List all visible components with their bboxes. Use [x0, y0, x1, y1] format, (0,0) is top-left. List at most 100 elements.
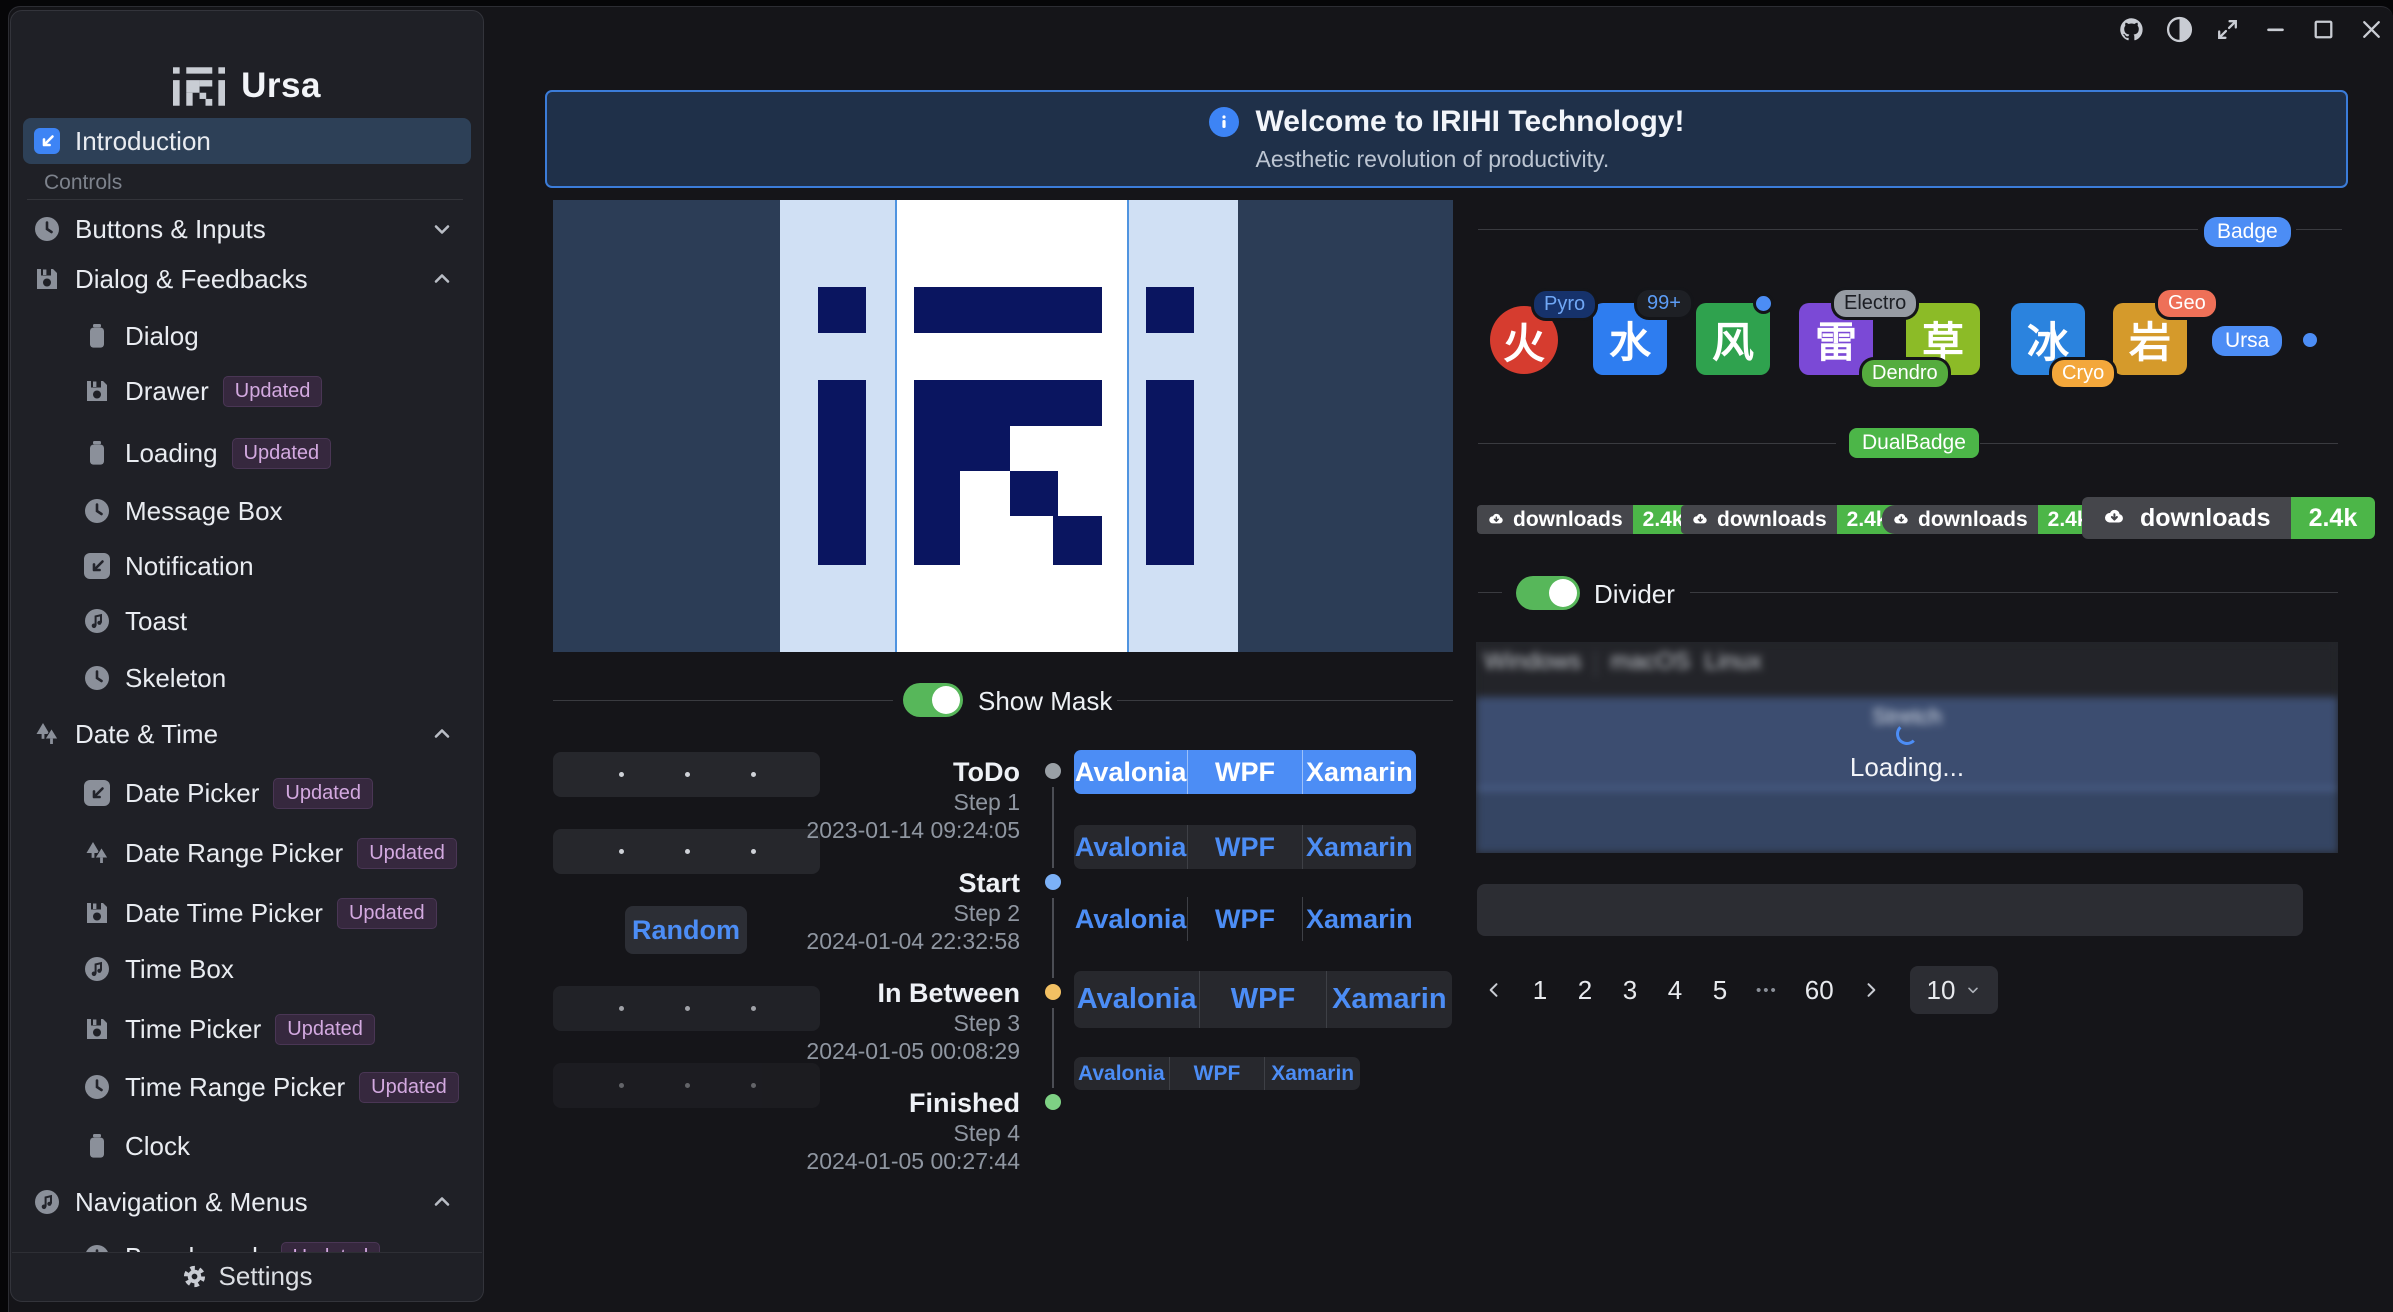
battery-icon — [84, 323, 110, 349]
battery-icon — [84, 440, 110, 466]
xamarin-button[interactable]: Xamarin — [1302, 897, 1416, 941]
divider-toggle[interactable] — [1516, 576, 1580, 610]
tab-windows[interactable]: Windows — [1484, 648, 1581, 676]
fullscreen-icon[interactable] — [2214, 16, 2241, 43]
wpf-button[interactable]: WPF — [1199, 971, 1325, 1028]
clock-icon — [34, 216, 60, 242]
minimize-icon[interactable] — [2262, 16, 2289, 43]
sidebar-group-navigation-menus[interactable]: Navigation & Menus — [23, 1179, 471, 1225]
page-3[interactable]: 3 — [1621, 975, 1639, 1006]
music-note-icon — [84, 608, 110, 634]
show-mask-label: Show Mask — [978, 686, 1112, 717]
titlebar-controls — [2118, 12, 2385, 46]
divider — [1478, 592, 1502, 593]
sidebar-item-date-time-picker[interactable]: Date Time Picker Updated — [23, 890, 471, 936]
page-60[interactable]: 60 — [1805, 975, 1834, 1006]
chevron-left-icon[interactable] — [1484, 980, 1504, 1000]
sidebar-group-date-time[interactable]: Date & Time — [23, 711, 471, 757]
sidebar-item-notification[interactable]: Notification — [23, 543, 471, 589]
settings-button[interactable]: Settings — [12, 1252, 482, 1300]
timeline-step-label: Step 1 — [740, 789, 1020, 816]
tab-linux[interactable]: Linux — [1704, 648, 1761, 676]
maximize-icon[interactable] — [2310, 16, 2337, 43]
download-icon — [1487, 511, 1505, 529]
sidebar-item-clock[interactable]: Clock — [23, 1123, 471, 1169]
ursa-logo-icon — [173, 67, 225, 106]
wpf-button[interactable]: WPF — [1187, 825, 1301, 869]
page-4[interactable]: 4 — [1666, 975, 1684, 1006]
sidebar-item-date-range-picker[interactable]: Date Range Picker Updated — [23, 830, 471, 876]
ursa-badge: Ursa — [2212, 326, 2282, 356]
sidebar-item-dialog[interactable]: Dialog — [23, 313, 471, 359]
sidebar-item-message-box[interactable]: Message Box — [23, 488, 471, 534]
timeline-dot-in-between — [1045, 984, 1061, 1000]
logo-pixel — [1146, 287, 1194, 333]
banner-title: Welcome to IRIHI Technology! — [1256, 105, 1685, 139]
geo-badge: Geo — [2158, 290, 2216, 317]
page-2[interactable]: 2 — [1576, 975, 1594, 1006]
sidebar-item-loading[interactable]: Loading Updated — [23, 430, 471, 476]
chevron-up-icon — [430, 722, 454, 746]
divider — [1980, 443, 2338, 444]
logo-pixel — [1010, 380, 1102, 426]
github-icon[interactable] — [2118, 16, 2145, 43]
trees-icon — [34, 721, 60, 747]
chevron-right-icon[interactable] — [1861, 980, 1881, 1000]
import-icon — [84, 553, 110, 579]
page-size-select[interactable]: 10 — [1910, 966, 1998, 1014]
timeline-step-time: 2024-01-04 22:32:58 — [740, 928, 1020, 955]
wpf-button[interactable]: WPF — [1187, 897, 1301, 941]
xamarin-button[interactable]: Xamarin — [1302, 750, 1416, 794]
count-badge: 99+ — [1637, 290, 1691, 317]
avalonia-button[interactable]: Avalonia — [1074, 971, 1199, 1028]
sidebar-item-time-range-picker[interactable]: Time Range Picker Updated — [23, 1064, 471, 1110]
updated-badge: Updated — [273, 778, 373, 809]
downloads-badge: downloads 2.4k — [1681, 505, 1898, 534]
logo-pixel — [818, 287, 866, 333]
battery-icon — [84, 1133, 110, 1159]
xamarin-button[interactable]: Xamarin — [1302, 825, 1416, 869]
timeline-step-time: 2023-01-14 09:24:05 — [740, 817, 1020, 844]
divider — [27, 199, 463, 200]
chevron-up-icon — [430, 267, 454, 291]
page-1[interactable]: 1 — [1531, 975, 1549, 1006]
wpf-button[interactable]: WPF — [1187, 750, 1301, 794]
sidebar-item-skeleton[interactable]: Skeleton — [23, 655, 471, 701]
sidebar-item-drawer[interactable]: Drawer Updated — [23, 368, 471, 414]
avalonia-button[interactable]: Avalonia — [1074, 897, 1187, 941]
electro-badge: Electro — [1834, 290, 1916, 317]
sidebar-item-date-picker[interactable]: Date Picker Updated — [23, 770, 471, 816]
trees-icon — [84, 840, 110, 866]
button-group-solid: Avalonia WPF Xamarin — [1074, 750, 1416, 794]
floppy-icon — [84, 1016, 110, 1042]
sidebar-item-time-picker[interactable]: Time Picker Updated — [23, 1006, 471, 1052]
page-5[interactable]: 5 — [1711, 975, 1729, 1006]
dot-badge — [2303, 333, 2317, 347]
xamarin-button[interactable]: Xamarin — [1326, 971, 1452, 1028]
sidebar-item-introduction[interactable]: Introduction — [23, 118, 471, 164]
mask-divider-line[interactable] — [1127, 200, 1129, 652]
mask-divider-line[interactable] — [895, 200, 897, 652]
random-button[interactable]: Random — [625, 906, 747, 954]
sidebar-item-time-box[interactable]: Time Box — [23, 946, 471, 992]
theme-toggle-icon[interactable] — [2166, 16, 2193, 43]
downloads-badge: downloads 2.4k — [1477, 505, 1694, 534]
wpf-button[interactable]: WPF — [1169, 1057, 1265, 1090]
avalonia-button[interactable]: Avalonia — [1074, 825, 1187, 869]
close-icon[interactable] — [2358, 16, 2385, 43]
sidebar-group-dialog-feedbacks[interactable]: Dialog & Feedbacks — [23, 256, 471, 302]
logo-pixel — [914, 471, 960, 565]
avalonia-button[interactable]: Avalonia — [1074, 1057, 1169, 1090]
avalonia-button[interactable]: Avalonia — [1074, 750, 1187, 794]
sidebar-group-buttons-inputs[interactable]: Buttons & Inputs — [23, 206, 471, 252]
tab-macos[interactable]: macOS — [1610, 648, 1690, 676]
timeline-step-title: ToDo — [740, 757, 1020, 788]
xamarin-button[interactable]: Xamarin — [1264, 1057, 1360, 1090]
sidebar-item-toast[interactable]: Toast — [23, 598, 471, 644]
loading-spinner-icon — [1896, 723, 1918, 745]
timeline-step-title: In Between — [740, 978, 1020, 1009]
show-mask-toggle[interactable] — [903, 683, 963, 717]
empty-input-box[interactable] — [1477, 884, 2303, 936]
app-title: Ursa — [241, 66, 321, 106]
dualbadge-section-pill: DualBadge — [1849, 428, 1979, 458]
